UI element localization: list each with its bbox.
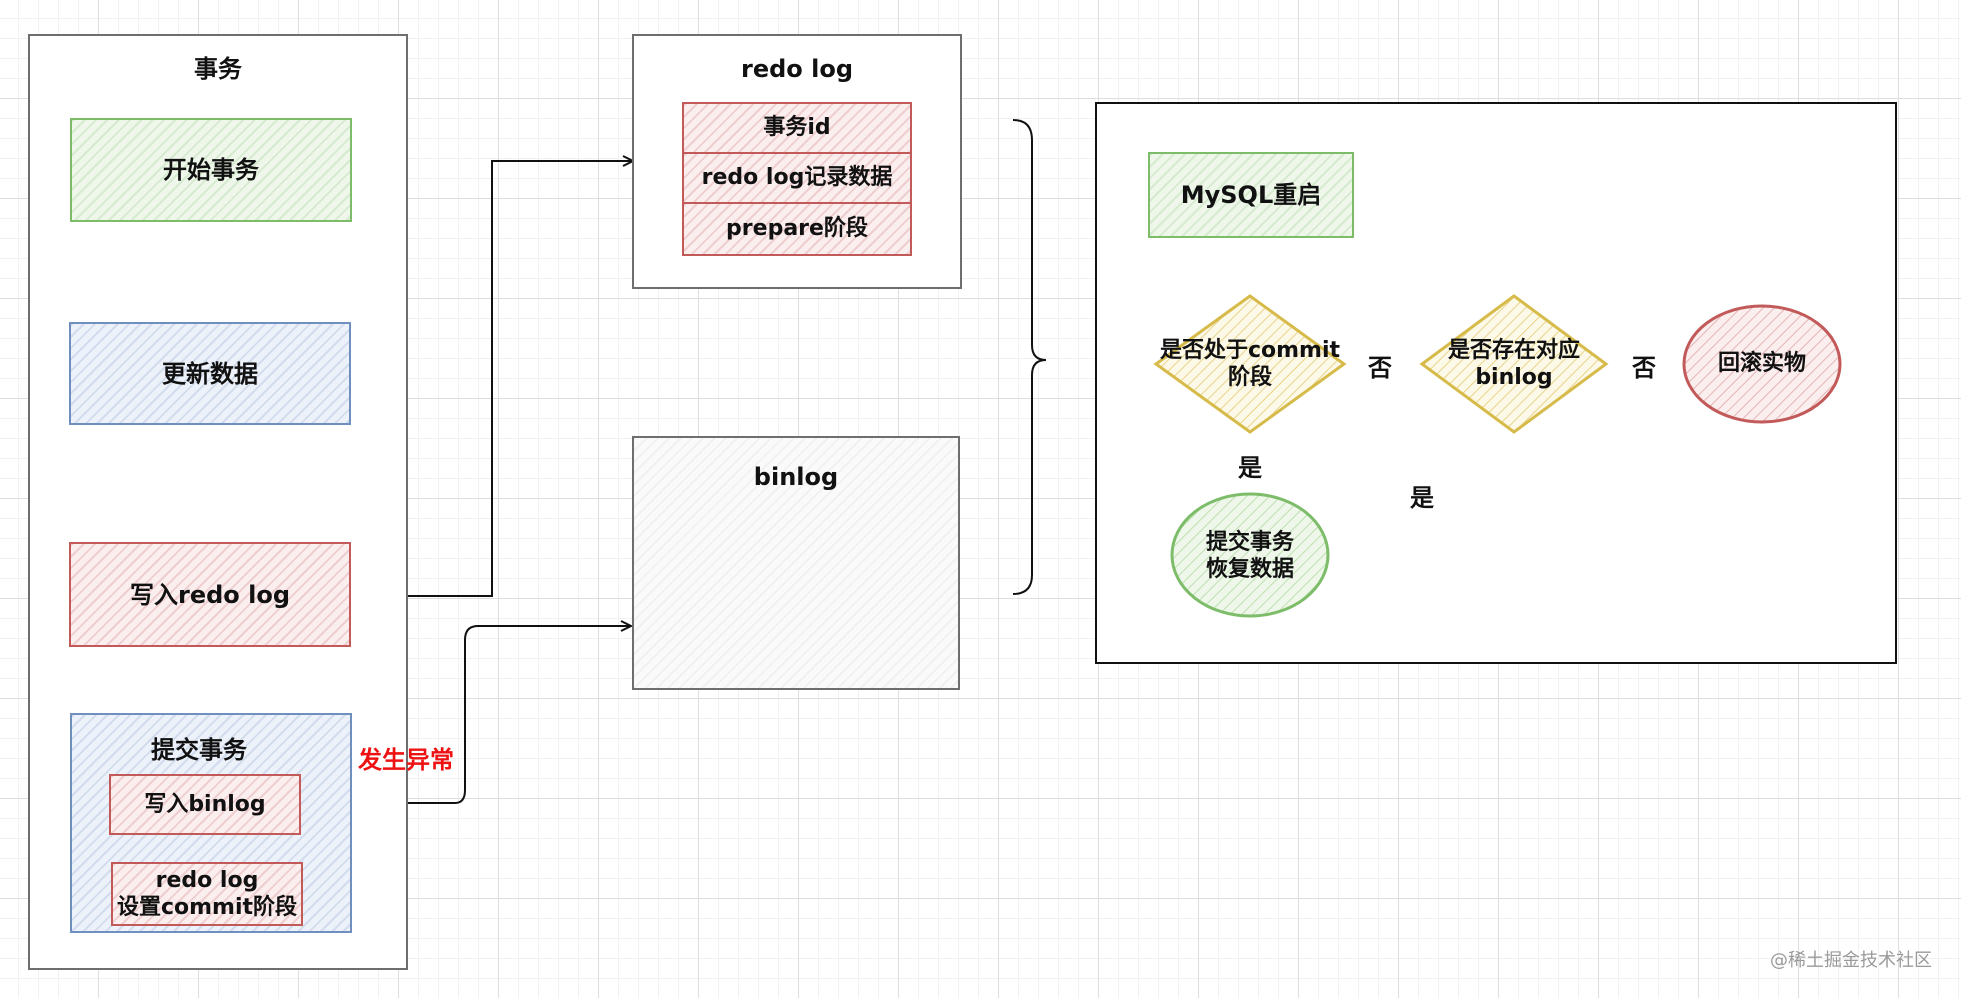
decision-shapes (1153, 294, 1842, 618)
edge-label-no-2: 否 (1632, 354, 1656, 382)
watermark: @稀土掘金技术社区 (1770, 950, 1932, 971)
decision-binlog-line1: 是否存在对应 (1447, 337, 1580, 363)
edge-label-no-1: 否 (1368, 354, 1392, 382)
edge-label-yes-1: 是 (1238, 454, 1262, 482)
commit-recover-text: 提交事务 恢复数据 (1172, 520, 1328, 592)
decision-commit-line1: 是否处于commit (1159, 337, 1341, 363)
rollback-text: 回滚实物 (1717, 351, 1806, 377)
decision-binlog-text: 是否存在对应 binlog (1422, 328, 1606, 400)
decision-commit-line2: 阶段 (1227, 365, 1272, 390)
decision-commit-text: 是否处于commit 阶段 (1156, 328, 1344, 400)
decision-binlog-line2: binlog (1475, 365, 1553, 390)
edge-label-yes-2: 是 (1410, 484, 1434, 512)
commit-recover-line1: 提交事务 (1205, 529, 1294, 555)
commit-recover-line2: 恢复数据 (1205, 557, 1294, 582)
